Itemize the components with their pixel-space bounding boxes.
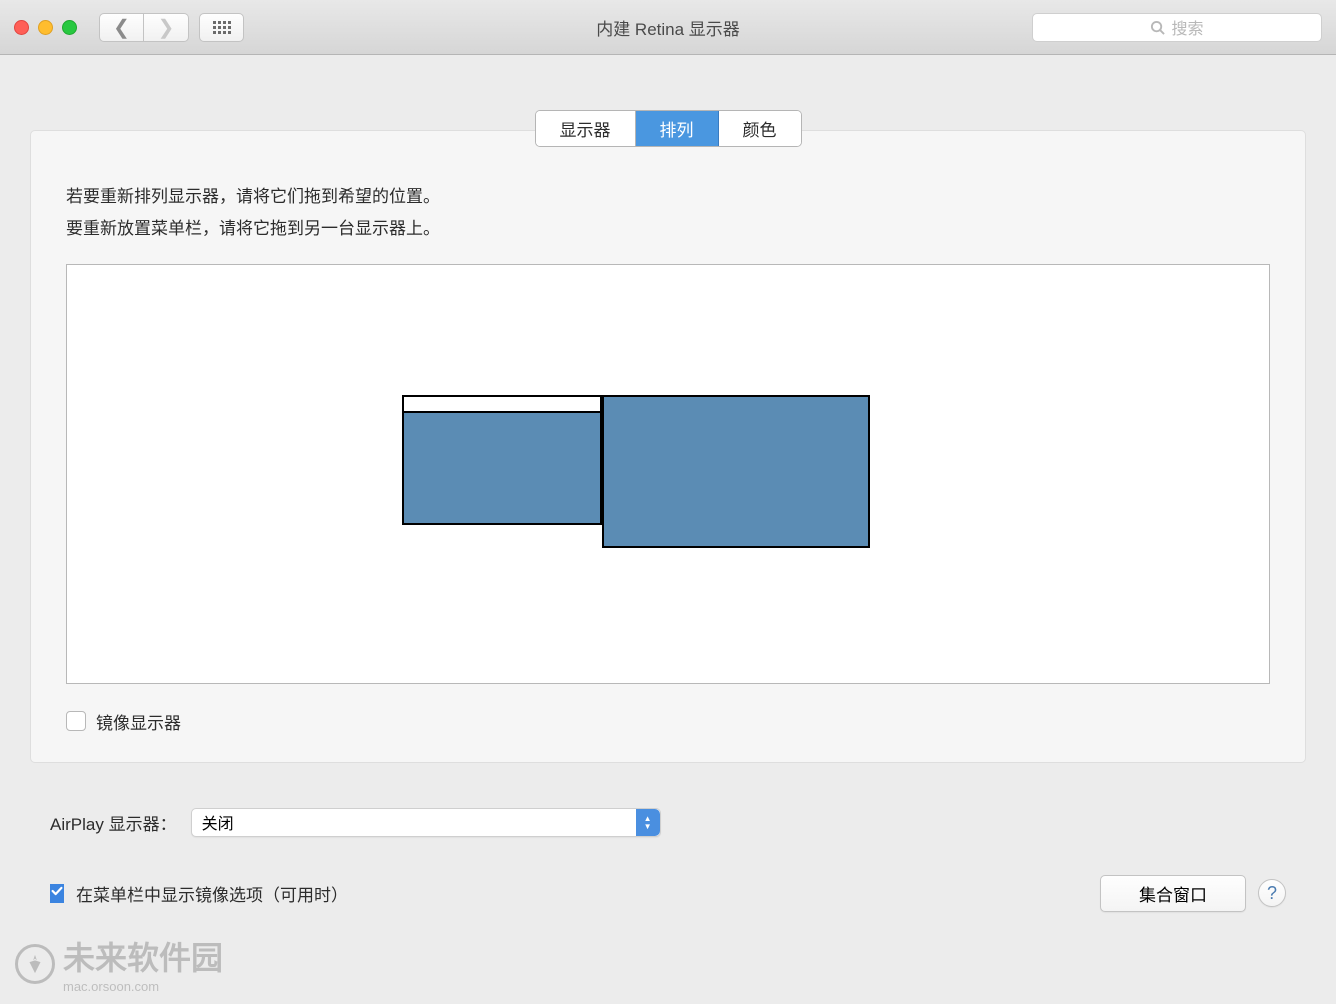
monitor-primary[interactable]	[402, 395, 602, 525]
mirror-label: 镜像显示器	[96, 709, 181, 734]
watermark-icon	[15, 944, 55, 984]
arrangement-box	[66, 264, 1270, 684]
tab-arrangement[interactable]: 排列	[636, 111, 719, 146]
search-placeholder: 搜索	[1171, 15, 1203, 39]
watermark: 未来软件园 mac.orsoon.com	[15, 933, 223, 994]
traffic-lights	[14, 20, 77, 35]
grid-icon	[213, 21, 231, 34]
window-title: 内建 Retina 显示器	[596, 15, 740, 40]
chevron-left-icon: ❮	[113, 15, 130, 40]
airplay-select[interactable]: 关闭 ▲▼	[191, 808, 661, 837]
show-all-button[interactable]	[199, 13, 244, 42]
nav-buttons: ❮ ❯	[99, 13, 189, 42]
close-button[interactable]	[14, 20, 29, 35]
tab-color[interactable]: 颜色	[719, 111, 801, 146]
arrangement-panel: 若要重新排列显示器，请将它们拖到希望的位置。 要重新放置菜单栏，请将它拖到另一台…	[30, 130, 1306, 763]
show-mirror-menubar-label: 在菜单栏中显示镜像选项（可用时）	[76, 881, 348, 906]
help-button[interactable]: ?	[1258, 879, 1286, 907]
check-icon	[50, 884, 64, 898]
forward-button[interactable]: ❯	[144, 13, 189, 42]
airplay-label: AirPlay 显示器：	[50, 810, 177, 835]
search-input[interactable]: 搜索	[1032, 13, 1322, 42]
monitor-secondary[interactable]	[602, 395, 870, 548]
search-icon	[1150, 20, 1165, 35]
gather-windows-button[interactable]: 集合窗口	[1100, 875, 1246, 912]
back-button[interactable]: ❮	[99, 13, 144, 42]
maximize-button[interactable]	[62, 20, 77, 35]
tabs: 显示器 排列 颜色	[535, 110, 802, 147]
airplay-selected-value: 关闭	[202, 810, 234, 834]
minimize-button[interactable]	[38, 20, 53, 35]
instruction-line-1: 若要重新排列显示器，请将它们拖到希望的位置。	[66, 181, 1270, 213]
airplay-row: AirPlay 显示器： 关闭 ▲▼	[30, 808, 1306, 837]
chevron-right-icon: ❯	[158, 15, 175, 40]
select-arrows-icon: ▲▼	[636, 809, 660, 836]
watermark-url: mac.orsoon.com	[63, 979, 223, 994]
instructions-text: 若要重新排列显示器，请将它们拖到希望的位置。 要重新放置菜单栏，请将它拖到另一台…	[66, 181, 1270, 246]
tab-display[interactable]: 显示器	[536, 111, 636, 146]
tabs-row: 显示器 排列 颜色	[30, 110, 1306, 147]
show-mirror-menubar-checkbox[interactable]	[50, 884, 64, 903]
mirror-checkbox-row: 镜像显示器	[66, 709, 1270, 734]
mirror-checkbox[interactable]	[66, 711, 86, 731]
bottom-section: AirPlay 显示器： 关闭 ▲▼ 在菜单栏中显示镜像选项（可用时） 集合窗口…	[30, 808, 1306, 912]
window-titlebar: ❮ ❯ 内建 Retina 显示器 搜索	[0, 0, 1336, 55]
footer-row: 在菜单栏中显示镜像选项（可用时） 集合窗口 ?	[30, 875, 1306, 912]
watermark-text: 未来软件园	[63, 940, 223, 976]
content-area: 显示器 排列 颜色 若要重新排列显示器，请将它们拖到希望的位置。 要重新放置菜单…	[0, 110, 1336, 912]
instruction-line-2: 要重新放置菜单栏，请将它拖到另一台显示器上。	[66, 213, 1270, 245]
